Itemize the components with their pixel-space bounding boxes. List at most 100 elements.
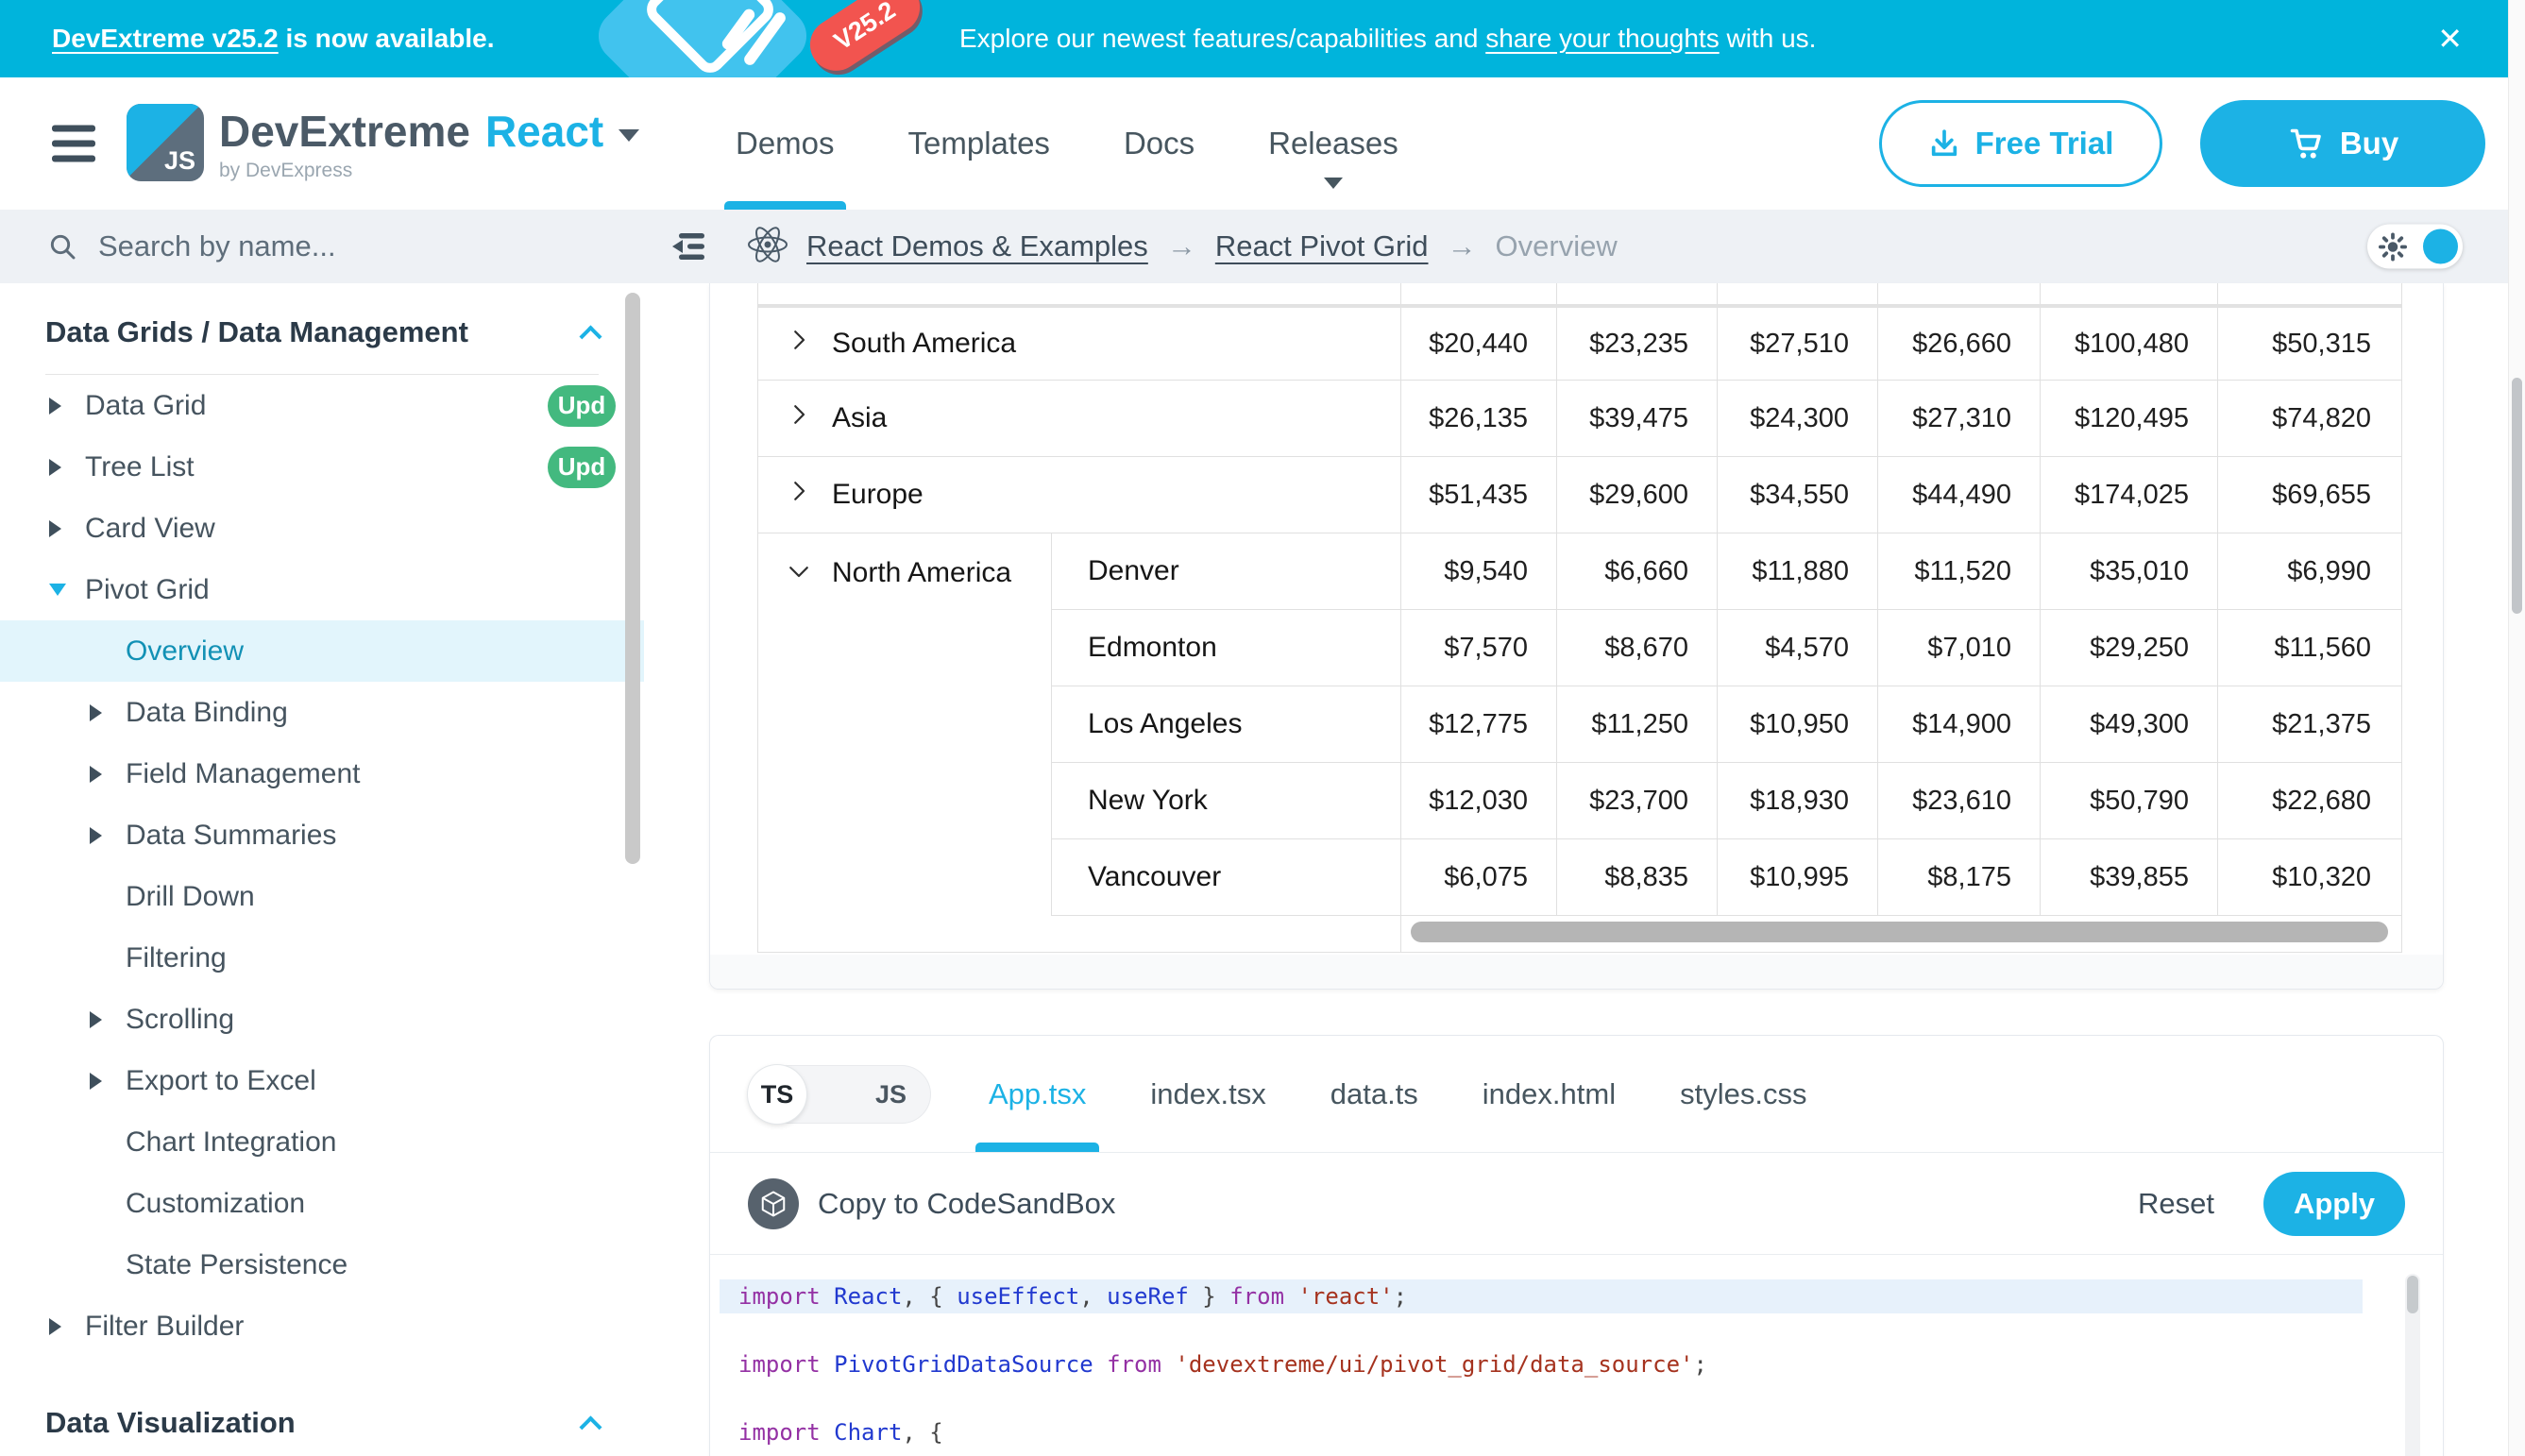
tab-app-tsx[interactable]: App.tsx bbox=[989, 1036, 1086, 1152]
hamburger-menu-icon[interactable] bbox=[52, 126, 95, 162]
pivot-value-cell: $100,480 bbox=[2041, 308, 2218, 380]
nav-item-templates[interactable]: Templates bbox=[908, 77, 1050, 210]
buy-button[interactable]: Buy bbox=[2200, 100, 2485, 187]
sidebar-section-data-visualization[interactable]: Data Visualization bbox=[0, 1381, 644, 1456]
tab-index-html[interactable]: index.html bbox=[1483, 1036, 1616, 1152]
sidebar-item-overview[interactable]: Overview bbox=[0, 620, 644, 682]
buy-label: Buy bbox=[2340, 126, 2398, 161]
code-editor[interactable]: import React, { useEffect, useRef } from… bbox=[710, 1255, 2443, 1449]
language-toggle-selected[interactable]: TS bbox=[748, 1065, 806, 1124]
sidebar-item-state-persistence[interactable]: State Persistence bbox=[0, 1234, 644, 1295]
pivot-value-cell: $29,600 bbox=[1557, 457, 1718, 533]
page-scrollbar[interactable] bbox=[2508, 0, 2525, 1456]
sidebar-item-data-binding[interactable]: Data Binding bbox=[0, 682, 644, 743]
sidebar-item-drill-down[interactable]: Drill Down bbox=[0, 866, 644, 927]
sidebar-item-filtering[interactable]: Filtering bbox=[0, 927, 644, 989]
sidebar-item-chart-integration[interactable]: Chart Integration bbox=[0, 1111, 644, 1173]
banner-version-link[interactable]: DevExtreme v25.2 bbox=[52, 24, 279, 53]
chevron-down-icon[interactable] bbox=[785, 557, 813, 593]
pivot-row-new-york: New York$12,030$23,700$18,930$23,610$50,… bbox=[1052, 763, 2401, 839]
expand-arrow-icon[interactable] bbox=[49, 584, 70, 596]
expand-arrow-icon[interactable] bbox=[90, 766, 110, 783]
codesandbox-icon[interactable] bbox=[748, 1178, 799, 1229]
apply-button[interactable]: Apply bbox=[2263, 1172, 2405, 1236]
breadcrumb-react-pivot-grid[interactable]: React Pivot Grid bbox=[1215, 229, 1429, 263]
breadcrumb-demos-examples[interactable]: React Demos & Examples bbox=[806, 229, 1148, 263]
expand-arrow-icon[interactable] bbox=[49, 520, 70, 537]
pivot-value-cell: $22,680 bbox=[2218, 763, 2399, 838]
chevron-right-icon[interactable] bbox=[785, 326, 813, 362]
byline: by DevExpress bbox=[219, 161, 639, 180]
demo-card: South America$20,440$23,235$27,510$26,66… bbox=[709, 283, 2444, 990]
breadcrumb-separator: → bbox=[1167, 229, 1196, 263]
sidebar-item-field-management[interactable]: Field Management bbox=[0, 743, 644, 804]
nav-item-releases[interactable]: Releases bbox=[1268, 77, 1398, 210]
region-label: Europe bbox=[832, 479, 924, 511]
sidebar-section-data-grids-data-management[interactable]: Data Grids / Data Management bbox=[0, 291, 644, 374]
pivot-region-cell-asia[interactable]: Asia bbox=[758, 381, 1401, 456]
section-title: Data Grids / Data Management bbox=[45, 315, 468, 349]
pivot-value-cell: $11,250 bbox=[1557, 686, 1718, 762]
sidebar-item-filter-builder[interactable]: Filter Builder bbox=[0, 1295, 644, 1357]
pivot-region-cell-europe[interactable]: Europe bbox=[758, 457, 1401, 533]
tab-data-ts[interactable]: data.ts bbox=[1330, 1036, 1418, 1152]
share-your-thoughts-link[interactable]: share your thoughts bbox=[1485, 24, 1720, 53]
pivot-label-spacer bbox=[758, 283, 1401, 304]
code-line bbox=[738, 1313, 2443, 1347]
toolbar-band: Search by name... React Demos & Examples… bbox=[0, 210, 2508, 283]
pivot-value-cell: $11,520 bbox=[1878, 533, 2041, 609]
sidebar-item-scrolling[interactable]: Scrolling bbox=[0, 989, 644, 1050]
horizontal-scrollbar[interactable] bbox=[1401, 916, 2401, 952]
theme-toggle[interactable] bbox=[2367, 225, 2463, 269]
reset-button[interactable]: Reset bbox=[2138, 1187, 2214, 1221]
sidebar-item-card-view[interactable]: Card View bbox=[0, 498, 644, 559]
copy-to-codesandbox-link[interactable]: Copy to CodeSandBox bbox=[818, 1187, 1115, 1221]
nav-item-docs[interactable]: Docs bbox=[1124, 77, 1195, 210]
pivot-empty-cell bbox=[1718, 283, 1878, 304]
theme-toggle-knob[interactable] bbox=[2423, 229, 2458, 264]
chevron-right-icon[interactable] bbox=[785, 477, 813, 513]
sidebar-item-data-grid[interactable]: Data GridUpd bbox=[0, 375, 644, 436]
language-toggle[interactable]: TS JS bbox=[748, 1065, 931, 1124]
sidebar-item-label: Filter Builder bbox=[85, 1311, 244, 1343]
expand-arrow-icon[interactable] bbox=[90, 827, 110, 844]
free-trial-button[interactable]: Free Trial bbox=[1879, 100, 2162, 187]
horizontal-scrollbar-thumb[interactable] bbox=[1411, 922, 2388, 942]
pivot-city-cell-vancouver: Vancouver bbox=[1052, 839, 1401, 915]
tab-styles-css[interactable]: styles.css bbox=[1680, 1036, 1806, 1152]
pivot-region-cell-north-america[interactable]: North America bbox=[758, 533, 1052, 916]
pivot-empty-cell bbox=[2041, 283, 2218, 304]
sidebar-item-tree-list[interactable]: Tree ListUpd bbox=[0, 436, 644, 498]
expand-arrow-icon[interactable] bbox=[90, 704, 110, 721]
pivot-value-cell: $50,315 bbox=[2218, 308, 2399, 380]
sidebar-item-data-summaries[interactable]: Data Summaries bbox=[0, 804, 644, 866]
tab-index-tsx[interactable]: index.tsx bbox=[1150, 1036, 1265, 1152]
sidebar-item-export-to-excel[interactable]: Export to Excel bbox=[0, 1050, 644, 1111]
language-toggle-other[interactable]: JS bbox=[875, 1065, 907, 1124]
region-label: North America bbox=[832, 557, 1011, 589]
chevron-down-icon[interactable] bbox=[619, 129, 639, 142]
sidebar-item-label: Export to Excel bbox=[126, 1065, 316, 1097]
framework-selector[interactable]: React bbox=[485, 110, 603, 153]
chevron-right-icon[interactable] bbox=[785, 400, 813, 436]
close-icon[interactable]: ✕ bbox=[2437, 24, 2463, 54]
sidebar-item-pivot-grid[interactable]: Pivot Grid bbox=[0, 559, 644, 620]
sidebar-scrollbar[interactable] bbox=[625, 293, 640, 864]
code-scrollbar[interactable] bbox=[2405, 1274, 2420, 1456]
expand-arrow-icon[interactable] bbox=[49, 459, 70, 476]
search-placeholder: Search by name... bbox=[98, 229, 336, 263]
sidebar-item-customization[interactable]: Customization bbox=[0, 1173, 644, 1234]
pivot-grid: South America$20,440$23,235$27,510$26,66… bbox=[757, 283, 2402, 953]
breadcrumb-bar: React Demos & Examples → React Pivot Gri… bbox=[644, 210, 2508, 283]
expand-arrow-icon[interactable] bbox=[49, 398, 70, 415]
expand-arrow-icon[interactable] bbox=[90, 1073, 110, 1090]
sidebar-item-label: Drill Down bbox=[126, 881, 255, 913]
expand-arrow-icon[interactable] bbox=[90, 1011, 110, 1028]
devextreme-logo[interactable]: JS bbox=[127, 104, 204, 181]
nav-item-demos[interactable]: Demos bbox=[736, 77, 835, 210]
pivot-value-cell: $10,995 bbox=[1718, 839, 1878, 915]
collapse-sidebar-icon[interactable] bbox=[667, 228, 710, 265]
pivot-region-cell-south-america[interactable]: South America bbox=[758, 308, 1401, 380]
expand-arrow-icon[interactable] bbox=[49, 1318, 70, 1335]
search-input[interactable]: Search by name... bbox=[0, 210, 644, 283]
